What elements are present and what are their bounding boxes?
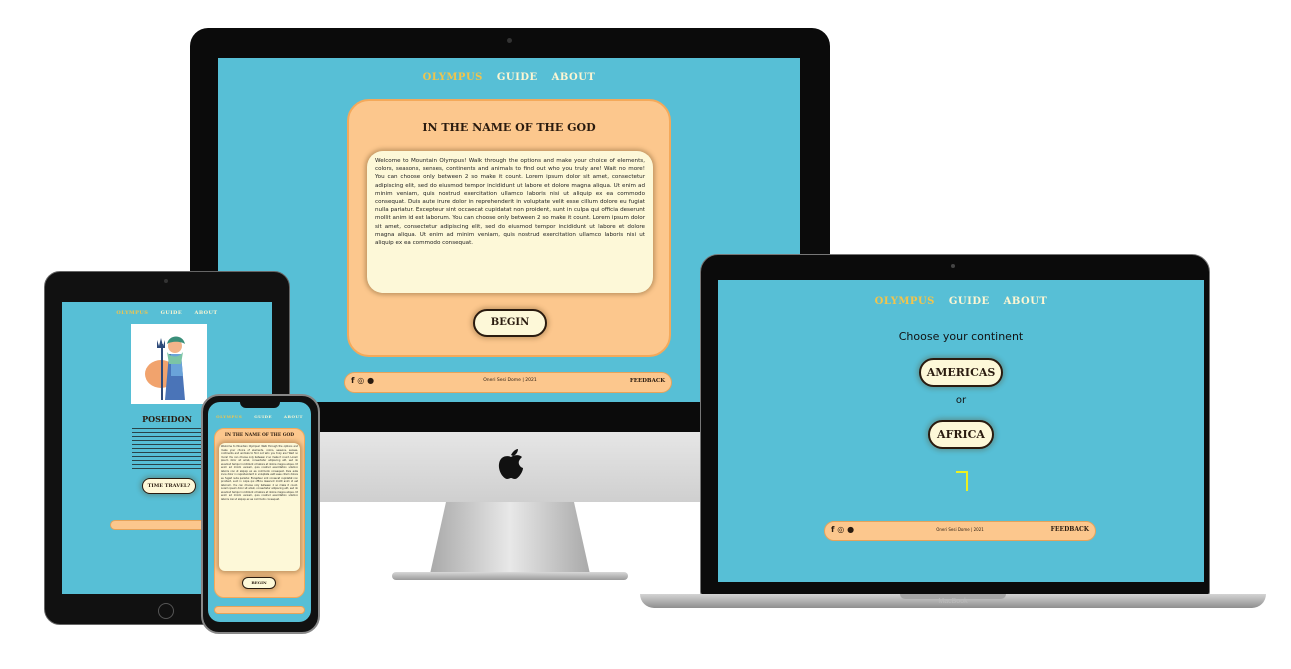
nav-about-link[interactable]: ABOUT: [194, 310, 217, 316]
nav-olympus-link[interactable]: OLYMPUS: [875, 296, 935, 307]
github-icon[interactable]: ●: [367, 376, 374, 385]
imac-stand: [430, 502, 590, 574]
tablet-nav: OLYMPUS GUIDE ABOUT: [62, 310, 272, 316]
apple-logo-icon: [496, 446, 526, 480]
main-nav: OLYMPUS GUIDE ABOUT: [218, 72, 800, 83]
social-icons: f ◎ ●: [831, 525, 854, 534]
site-footer: f ◎ ● Oneri Sesi Dome | 2021 FEEDBACK: [344, 372, 672, 393]
god-description-lines: [132, 428, 208, 472]
nav-about-link[interactable]: ABOUT: [284, 414, 303, 419]
intro-card: IN THE NAME OF THE GOD Welcome to Mounta…: [214, 428, 305, 598]
phone-nav: OLYMPUS GUIDE ABOUT: [208, 414, 311, 419]
nav-guide-link[interactable]: GUIDE: [161, 310, 183, 316]
nav-guide-link[interactable]: GUIDE: [949, 296, 990, 307]
instagram-icon[interactable]: ◎: [357, 376, 364, 385]
site-footer: f ◎ ● Oneri Sesi Dome | 2021 FEEDBACK: [824, 521, 1096, 541]
intro-card: IN THE NAME OF THE GOD Welcome to Mounta…: [347, 99, 671, 357]
nav-olympus-link[interactable]: OLYMPUS: [423, 72, 483, 83]
social-icons: f ◎ ●: [351, 376, 374, 385]
nav-guide-link[interactable]: GUIDE: [497, 72, 538, 83]
americas-button[interactable]: AMERICAS: [919, 358, 1003, 387]
loading-corner-icon: [956, 471, 968, 491]
footer-credit: Oneri Sesi Dome | 2021: [936, 527, 984, 532]
instagram-icon[interactable]: ◎: [837, 525, 844, 534]
begin-button[interactable]: BEGIN: [242, 577, 276, 589]
time-travel-button[interactable]: TIME TRAVEL?: [142, 478, 196, 494]
facebook-icon[interactable]: f: [351, 376, 354, 385]
nav-about-link[interactable]: ABOUT: [1004, 296, 1048, 307]
github-icon[interactable]: ●: [847, 525, 854, 534]
continent-prompt: Choose your continent: [898, 330, 1024, 343]
poseidon-illustration: [131, 324, 207, 404]
imac-camera: [507, 38, 512, 43]
intro-text: Welcome to Mountain Olympus! Walk throug…: [367, 151, 653, 293]
nav-about-link[interactable]: ABOUT: [552, 72, 596, 83]
nav-olympus-link[interactable]: OLYMPUS: [216, 414, 242, 419]
laptop-camera: [951, 264, 955, 268]
phone-notch: [240, 402, 280, 408]
site-footer: [214, 606, 305, 614]
nav-olympus-link[interactable]: OLYMPUS: [116, 310, 148, 316]
intro-title: IN THE NAME OF THE GOD: [224, 433, 295, 438]
laptop-brand: MacBook: [938, 598, 968, 605]
feedback-link[interactable]: FEEDBACK: [1051, 526, 1089, 533]
tablet-camera: [164, 279, 168, 283]
tablet-home-button: [158, 603, 174, 619]
intro-title: IN THE NAME OF THE GOD: [422, 121, 596, 134]
footer-credit: Oneri Sesi Dome | 2021: [483, 378, 537, 383]
phone-screen: OLYMPUS GUIDE ABOUT IN THE NAME OF THE G…: [208, 402, 311, 622]
begin-button[interactable]: BEGIN: [473, 309, 547, 337]
intro-text: Welcome to Mountain Olympus! Walk throug…: [219, 443, 300, 571]
imac-stand-base: [392, 572, 628, 580]
feedback-link[interactable]: FEEDBACK: [630, 378, 665, 384]
africa-button[interactable]: AFRICA: [928, 420, 994, 449]
laptop-nav: OLYMPUS GUIDE ABOUT: [718, 296, 1204, 307]
facebook-icon[interactable]: f: [831, 525, 834, 534]
nav-guide-link[interactable]: GUIDE: [254, 414, 272, 419]
or-label: or: [955, 395, 967, 406]
laptop-screen: OLYMPUS GUIDE ABOUT Choose your continen…: [718, 280, 1204, 582]
